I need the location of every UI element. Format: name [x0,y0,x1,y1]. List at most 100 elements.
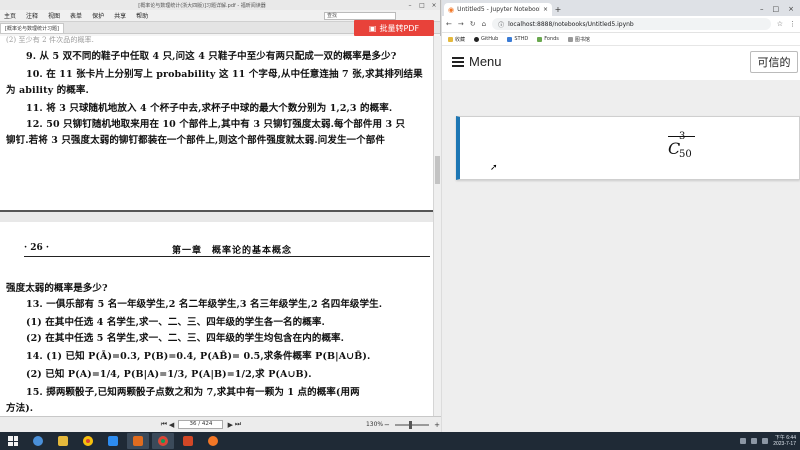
chapter-title: 第一章 概率论的基本概念 [172,246,293,256]
menu-label: Menu [469,54,502,69]
pdf-reader-window: [概率论与数理统计(浙大四版)]习题详解.pdf - 福昕阅读器 – □ × 主… [0,0,441,432]
first-page-icon[interactable]: ⏮ [160,420,168,429]
pdf-text-line: (2) 至少有 2 件次品的概率. [6,36,94,44]
network-icon[interactable] [740,438,747,444]
pdf-vertical-scrollbar[interactable] [433,36,441,416]
taskbar-app-chrome-active[interactable] [152,433,174,449]
page-break [0,210,433,222]
menu-item-form[interactable]: 表单 [70,11,82,20]
mouse-cursor-icon: ➚ [490,163,498,173]
bookmark-item[interactable]: STHD [507,36,528,42]
notebook-output-cell[interactable]: ➚ C 3 50 [456,116,800,180]
forward-icon[interactable]: → [458,20,464,28]
browser-tab-jupyter[interactable]: ◉ Untitled5 - Jupyter Notebook × [444,3,552,16]
menu-item-annotate[interactable]: 注释 [26,11,38,20]
presentation-icon [183,436,193,446]
maximize-icon[interactable]: □ [416,2,428,9]
bookmark-item[interactable]: 收藏 [448,36,465,43]
close-icon[interactable]: × [428,2,440,9]
taskbar-app-ppt[interactable] [177,433,199,449]
page-number-input[interactable]: 36 / 424 [178,420,224,429]
site-icon [537,36,543,42]
pdf-text-line: (2) 已知 P(A)=1/4, P(B|A)=1/3, P(A|B)=1/2,… [26,369,312,380]
windows-logo-icon [8,436,18,446]
bookmark-item[interactable]: GitHub [474,36,498,42]
tab-title: Untitled5 - Jupyter Notebook [457,6,540,13]
taskbar-clock[interactable]: 下午 6:44 2023-7-17 [773,435,796,447]
pdf-text-line: 15. 掷两颗骰子,已知两颗骰子点数之和为 7,求其中有一颗为 1 点的概率(用… [26,387,360,398]
pdf-page-view[interactable]: (2) 至少有 2 件次品的概率. 9. 从 5 双不同的鞋子中任取 4 只,问… [0,36,433,416]
chrome-icon [158,436,168,446]
tab-close-icon[interactable]: × [543,6,548,13]
taskbar-app-media[interactable] [102,433,124,449]
taskbar-app-browser[interactable] [27,433,49,449]
zoom-slider-handle[interactable] [408,420,412,429]
chrome-icon [83,436,93,446]
jupyter-favicon-icon: ◉ [448,5,455,14]
clock-date: 2023-7-17 [773,441,796,447]
prev-page-icon[interactable]: ◀ [168,421,176,429]
pdf-text-line: 12. 50 只铆钉随机地取来用在 10 个部件上,其中有 3 只铆钉强度太弱.… [26,119,406,130]
taskbar-app-pdf-reader[interactable] [127,433,149,449]
trusted-indicator-button[interactable]: 可信的 [750,51,798,73]
back-icon[interactable]: ← [446,20,452,28]
pdf-document-tab[interactable]: [概率论与数理统计习题] [0,22,64,33]
home-icon[interactable]: ⌂ [482,20,486,28]
menu-item-share[interactable]: 共享 [114,11,126,20]
jupyter-icon [208,436,218,446]
pdf-search-input[interactable]: 查找 [324,11,396,20]
menu-item-home[interactable]: 主页 [4,11,16,20]
pdf-text-line: 9. 从 5 双不同的鞋子中任取 4 只,问这 4 只鞋子中至少有两只配成一双的… [26,51,397,62]
desktop: [概率论与数理统计(浙大四版)]习题详解.pdf - 福昕阅读器 – □ × 主… [0,0,800,450]
windows-taskbar: 下午 6:44 2023-7-17 [0,432,800,450]
pdf-icon: ▣ [368,23,377,33]
batch-convert-pdf-button[interactable]: ▣ 批量转PDF [354,20,434,36]
zoom-out-icon[interactable]: − [383,421,391,429]
bookmarks-bar: 收藏 GitHub STHD Fonds 图书馆 [442,33,800,46]
pdf-text-line: (1) 在其中任选 4 名学生,求一、二、三、四年级的学生各一名的概率. [26,317,325,328]
play-icon [108,436,118,446]
url-text: localhost:8888/notebooks/Untitled5.ipynb [508,20,634,28]
zoom-in-icon[interactable]: + [433,421,441,429]
pdf-window-title: [概率论与数理统计(浙大四版)]习题详解.pdf - 福昕阅读器 [138,2,266,9]
address-bar[interactable]: ⓘ localhost:8888/notebooks/Untitled5.ipy… [492,18,771,30]
start-button[interactable] [2,433,24,449]
pdf-text-line: 强度太弱的概率是多少? [6,283,108,294]
folder-icon [58,436,68,446]
taskbar-app-chrome[interactable] [77,433,99,449]
input-method-icon[interactable] [762,438,769,444]
bookmark-star-icon[interactable]: ☆ [777,20,783,28]
scrollbar-thumb[interactable] [435,156,440,184]
taskbar-app-explorer[interactable] [52,433,74,449]
volume-icon[interactable] [751,438,758,444]
menu-item-view[interactable]: 视图 [48,11,60,20]
browser-close-icon[interactable]: × [788,5,794,13]
pdf-text-line: 为 ability 的概率. [6,85,89,96]
bookmark-item[interactable]: 图书馆 [567,36,590,43]
zoom-level[interactable]: 130% [366,421,383,428]
site-icon [507,36,513,42]
reload-icon[interactable]: ↻ [470,20,476,28]
browser-window: ◉ Untitled5 - Jupyter Notebook × + – □ ×… [442,0,800,432]
last-page-icon[interactable]: ⏭ [234,420,242,429]
zoom-slider[interactable] [394,420,430,429]
menu-item-help[interactable]: 帮助 [136,11,148,20]
taskbar-app-jupyter[interactable] [202,433,224,449]
pdf-titlebar: [概率论与数理统计(浙大四版)]习题详解.pdf - 福昕阅读器 – □ × [0,0,440,10]
menu-item-protect[interactable]: 保护 [92,11,104,20]
browser-maximize-icon[interactable]: □ [773,5,780,13]
bookmark-item[interactable]: Fonds [537,36,559,42]
browser-tabstrip: ◉ Untitled5 - Jupyter Notebook × + – □ × [442,0,800,16]
info-icon[interactable]: ⓘ [498,20,504,29]
browser-minimize-icon[interactable]: – [760,5,764,13]
browser-menu-icon[interactable]: ⋮ [789,20,796,28]
next-page-icon[interactable]: ▶ [226,421,234,429]
menu-button[interactable]: Menu [452,54,502,69]
system-tray: 下午 6:44 2023-7-17 [740,435,800,447]
minimize-icon[interactable]: – [404,2,416,9]
pdf-text-line: 11. 将 3 只球随机地放入 4 个杯子中去,求杯子中球的最大个数分别为 1,… [26,103,393,114]
batch-convert-label: 批量转PDF [379,23,420,33]
browser-toolbar: ← → ↻ ⌂ ⓘ localhost:8888/notebooks/Untit… [442,16,800,33]
new-tab-button[interactable]: + [552,5,564,14]
formula-subscript: 50 [679,149,692,160]
